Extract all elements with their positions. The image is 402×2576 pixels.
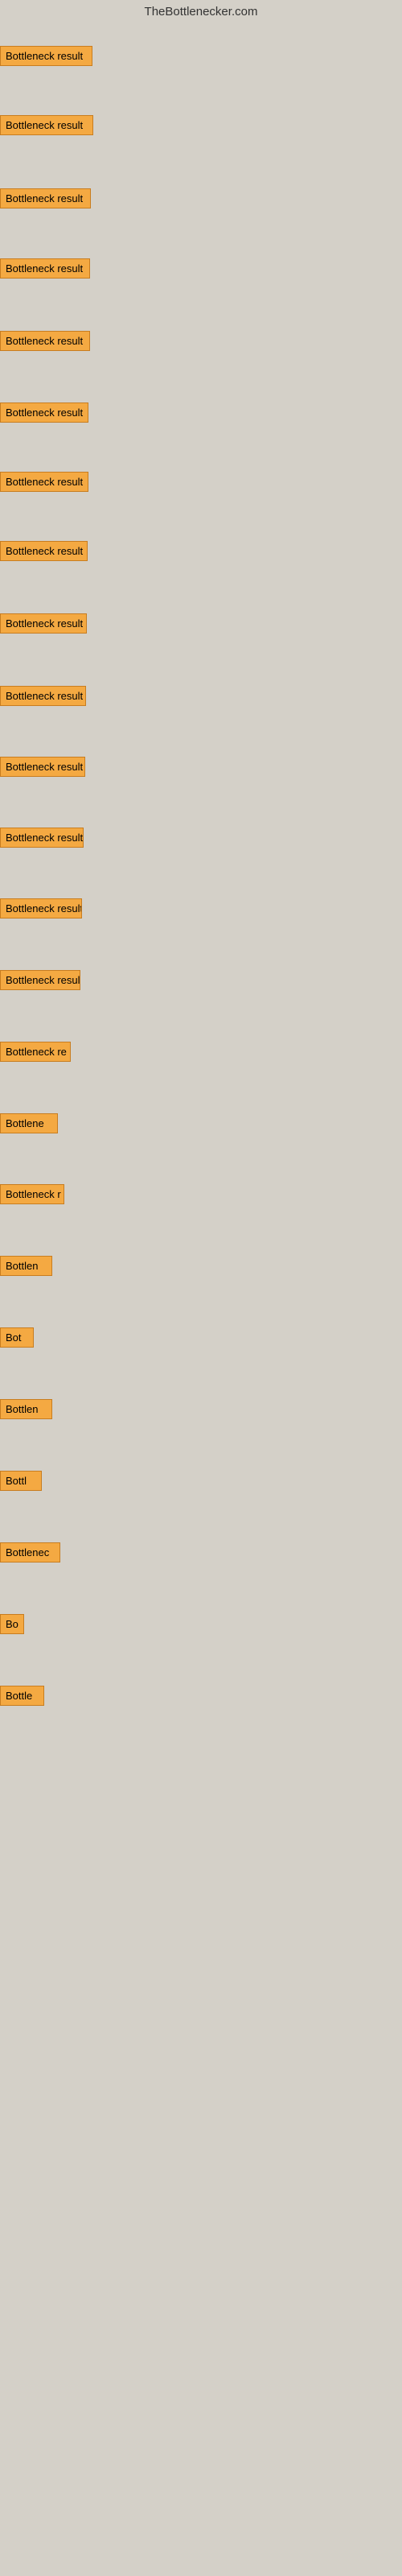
bottleneck-result-item[interactable]: Bottleneck result <box>0 402 88 423</box>
site-title: TheBottlenecker.com <box>0 0 402 22</box>
bottleneck-result-item[interactable]: Bottleneck result <box>0 472 88 492</box>
bottleneck-result-item[interactable]: Bottleneck result <box>0 46 92 66</box>
bottleneck-result-item[interactable]: Bottleneck result <box>0 757 85 777</box>
bottleneck-result-item[interactable]: Bottleneck result <box>0 970 80 990</box>
bottleneck-result-item[interactable]: Bottleneck result <box>0 686 86 706</box>
bottleneck-result-item[interactable]: Bot <box>0 1327 34 1348</box>
bottleneck-result-item[interactable]: Bottleneck result <box>0 828 84 848</box>
bottleneck-result-item[interactable]: Bottleneck result <box>0 331 90 351</box>
bottleneck-result-item[interactable]: Bottleneck result <box>0 613 87 634</box>
bottleneck-result-item[interactable]: Bottleneck r <box>0 1184 64 1204</box>
bottleneck-result-item[interactable]: Bo <box>0 1614 24 1634</box>
bottleneck-result-item[interactable]: Bottlenec <box>0 1542 60 1563</box>
bottleneck-result-item[interactable]: Bottleneck result <box>0 898 82 919</box>
bottleneck-result-item[interactable]: Bottl <box>0 1471 42 1491</box>
bottleneck-result-item[interactable]: Bottlene <box>0 1113 58 1133</box>
bottleneck-result-item[interactable]: Bottleneck result <box>0 115 93 135</box>
bottleneck-result-item[interactable]: Bottleneck result <box>0 258 90 279</box>
bottleneck-result-item[interactable]: Bottle <box>0 1686 44 1706</box>
bottleneck-result-item[interactable]: Bottleneck result <box>0 188 91 208</box>
bottleneck-result-item[interactable]: Bottleneck re <box>0 1042 71 1062</box>
bottleneck-result-item[interactable]: Bottlen <box>0 1399 52 1419</box>
bottleneck-result-item[interactable]: Bottleneck result <box>0 541 88 561</box>
bottleneck-result-item[interactable]: Bottlen <box>0 1256 52 1276</box>
